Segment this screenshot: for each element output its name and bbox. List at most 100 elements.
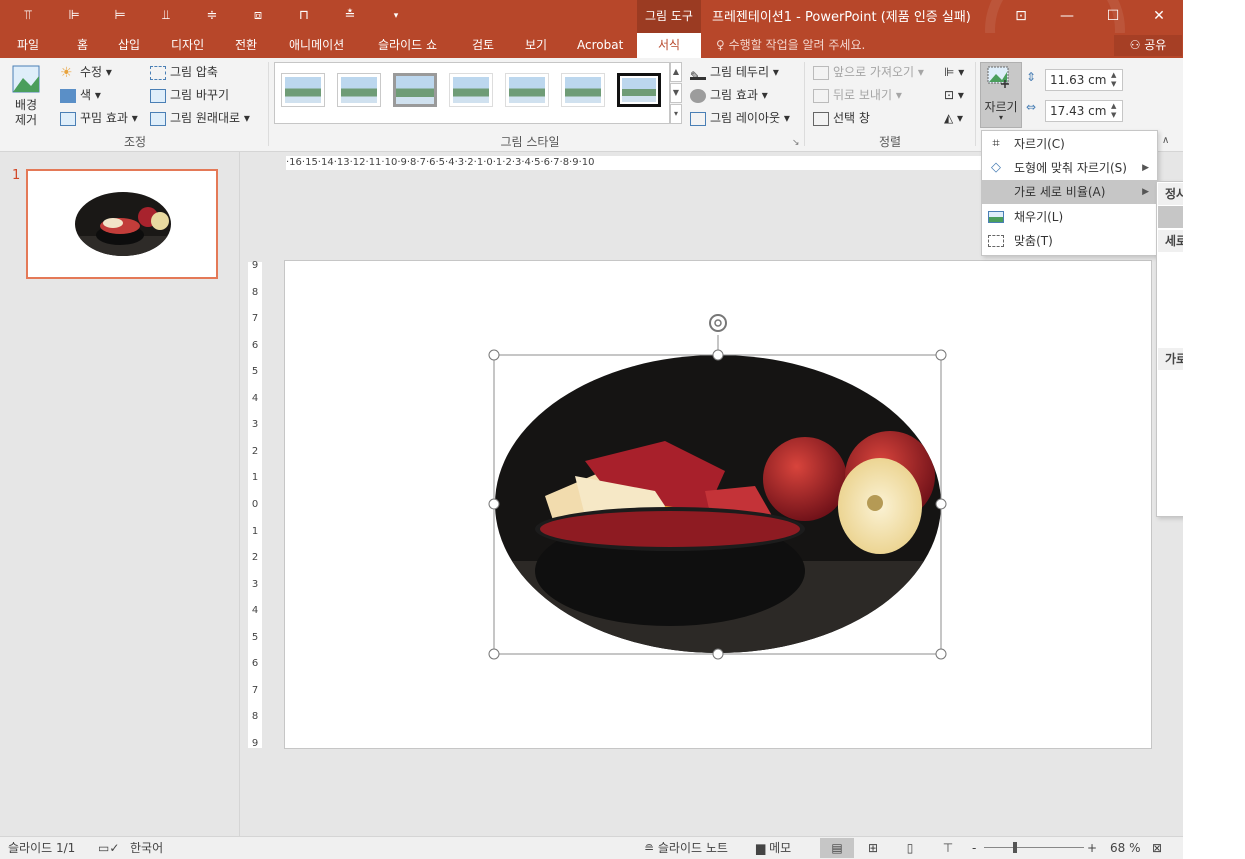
group-button[interactable]: ⊡ ▾ (944, 85, 964, 105)
tab-transitions[interactable]: 전환 (235, 33, 257, 58)
color-label: 색 (80, 88, 92, 102)
tab-view[interactable]: 보기 (525, 33, 547, 58)
lightbulb-icon: ♀ (716, 38, 725, 52)
zoom-out-button[interactable]: - (972, 837, 976, 859)
menu-item-aspect-ratio-label: 가로 세로 비율(A) (1014, 185, 1106, 199)
close-button[interactable]: ✕ (1136, 0, 1182, 33)
styles-dialog-launcher-icon[interactable]: ↘ (792, 138, 800, 148)
slide-thumbnail-1[interactable] (26, 169, 218, 279)
group-icon: ⊡ ▾ (944, 88, 964, 102)
tab-file[interactable]: 파일 (17, 33, 39, 58)
pencil-icon: ✎ (690, 66, 706, 83)
tab-slideshow[interactable]: 슬라이드 쇼 (378, 33, 437, 58)
share-label: 공유 (1144, 38, 1167, 52)
tab-format[interactable]: 서식 (637, 33, 701, 58)
reset-picture-button[interactable]: 그림 원래대로 ▾ (150, 108, 250, 128)
picture-border-button[interactable]: ✎ 그림 테두리 ▾ (690, 62, 779, 83)
zoom-slider-thumb[interactable] (1013, 842, 1017, 853)
vertical-ruler-tick: 6 (251, 339, 259, 351)
tab-home[interactable]: 홈 (77, 33, 88, 58)
picture-style-4[interactable] (449, 73, 493, 107)
share-button[interactable]: ⚇ 공유 (1114, 35, 1182, 56)
bring-forward-button[interactable]: 앞으로 가져오기 ▾ (813, 62, 924, 82)
zoom-level[interactable]: 68 % (1110, 837, 1141, 859)
tab-acrobat[interactable]: Acrobat (577, 33, 623, 58)
slide-number: 1 (12, 168, 21, 183)
group-label-adjust: 조정 (123, 135, 147, 149)
normal-view-button[interactable]: ▤ (820, 838, 854, 858)
language-indicator[interactable]: 한국어 (130, 837, 163, 859)
rotate-handle-icon[interactable] (709, 314, 727, 332)
ribbon-separator (268, 62, 269, 146)
color-button[interactable]: 색 ▾ (60, 85, 101, 105)
picture-layout-button[interactable]: 그림 레이아웃 ▾ (690, 108, 790, 128)
selection-pane-button[interactable]: 선택 창 (813, 108, 870, 128)
customize-qat-icon[interactable]: ▾ (388, 8, 404, 24)
align-middle-icon[interactable]: ⧈ (250, 8, 266, 24)
layout-icon (690, 111, 706, 126)
tab-review[interactable]: 검토 (472, 33, 494, 58)
align-bottom-icon[interactable]: ⫫ (158, 8, 174, 24)
tab-design[interactable]: 디자인 (171, 33, 204, 58)
notes-button[interactable]: ≘ 슬라이드 노트 (644, 837, 728, 859)
maximize-button[interactable]: ☐ (1090, 0, 1136, 33)
align-center-icon[interactable]: ≑ (204, 8, 220, 24)
slide-sorter-view-button[interactable]: ⊞ (860, 838, 886, 858)
zoom-in-button[interactable]: + (1087, 837, 1097, 859)
tab-insert[interactable]: 삽입 (118, 33, 140, 58)
vertical-ruler-tick: 9 (251, 260, 259, 271)
gallery-more[interactable]: ▾ (670, 104, 682, 124)
align-top-icon[interactable]: ⫪ (20, 8, 36, 24)
picture-style-2[interactable] (337, 73, 381, 107)
slideshow-view-button[interactable]: ⊤ (935, 838, 961, 858)
menu-item-fit[interactable]: 맞춤(T) (982, 229, 1157, 253)
corrections-button[interactable]: ☀ 수정 ▾ (60, 62, 112, 82)
reading-view-button[interactable]: ▯ (897, 838, 923, 858)
change-picture-button[interactable]: 그림 바꾸기 (150, 85, 229, 105)
distribute-v-icon[interactable]: ≛ (342, 8, 358, 24)
distribute-h-icon[interactable]: ⊓ (296, 8, 312, 24)
vertical-ruler-tick: 9 (251, 738, 259, 749)
vertical-ruler-tick: 4 (251, 605, 259, 617)
document-title: 프레젠테이션1 - PowerPoint (제품 인증 실패) (712, 10, 971, 25)
menu-item-crop-to-shape[interactable]: ◇ 도형에 맞춰 자르기(S) ▶ (982, 156, 1157, 180)
vertical-ruler-tick: 1 (251, 472, 259, 484)
align-right-icon[interactable]: ⊨ (112, 8, 128, 24)
picture-style-6[interactable] (561, 73, 605, 107)
gallery-scroll-down[interactable]: ▼ (670, 83, 682, 103)
align-left-icon[interactable]: ⊫ (66, 8, 82, 24)
rotate-button[interactable]: ◭ ▾ (944, 108, 963, 128)
picture-style-7[interactable] (617, 73, 661, 107)
menu-item-aspect-ratio[interactable]: 가로 세로 비율(A) ▶ (982, 180, 1157, 204)
menu-item-crop[interactable]: ⌗ 자르기(C) (982, 132, 1157, 156)
crop-button[interactable]: 자르기 ▾ (980, 62, 1022, 128)
picture-effects-button[interactable]: 그림 효과 ▾ (690, 85, 768, 105)
remove-background-button[interactable]: 배경 제거 (6, 64, 46, 134)
submenu-arrow-icon: ▶ (1142, 187, 1149, 197)
compress-icon (150, 65, 166, 80)
desktop-background (1183, 0, 1245, 859)
ribbon-display-options-button[interactable]: ⊡ (998, 0, 1044, 33)
zoom-slider-track[interactable] (984, 847, 1084, 848)
tab-animations[interactable]: 애니메이션 (289, 33, 344, 58)
menu-item-fill[interactable]: 채우기(L) (982, 205, 1157, 229)
picture-style-3[interactable] (393, 73, 437, 107)
artistic-effects-button[interactable]: 꾸밈 효과 ▾ (60, 108, 138, 128)
tell-me-search[interactable]: ♀ 수행할 작업을 알려 주세요. (716, 33, 865, 58)
picture-styles-gallery[interactable] (274, 62, 670, 124)
comments-button[interactable]: ▆ 메모 (756, 837, 791, 859)
notes-label: 슬라이드 노트 (657, 841, 728, 855)
send-backward-button[interactable]: 뒤로 보내기 ▾ (813, 85, 902, 105)
spellcheck-icon[interactable]: ▭✓ (98, 837, 119, 859)
picture-style-1[interactable] (281, 73, 325, 107)
width-spinner[interactable]: ▲ ▼ (1111, 102, 1116, 120)
picture-style-5[interactable] (505, 73, 549, 107)
gallery-scroll-up[interactable]: ▲ (670, 62, 682, 82)
slide-canvas[interactable] (284, 260, 1152, 749)
align-button[interactable]: ⊫ ▾ (944, 62, 964, 82)
collapse-ribbon-icon[interactable]: ∧ (1162, 135, 1169, 146)
minimize-button[interactable]: — (1044, 0, 1090, 33)
fit-to-window-icon[interactable]: ⊠ (1152, 837, 1162, 859)
height-spinner[interactable]: ▲ ▼ (1111, 71, 1116, 89)
compress-pictures-button[interactable]: 그림 압축 (150, 62, 218, 82)
